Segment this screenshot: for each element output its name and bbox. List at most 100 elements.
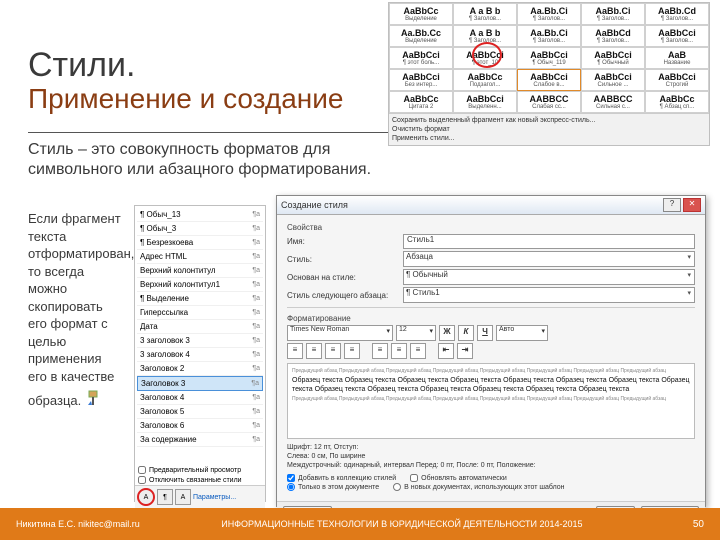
gallery-style-cell[interactable]: AaBbCcВыделение [389,3,453,25]
gallery-style-cell[interactable]: AABBCCСлабая сс... [517,91,581,113]
bold-button[interactable]: Ж [439,325,455,341]
indent-inc-button[interactable]: ⇥ [457,343,473,359]
gallery-style-cell[interactable]: AaBbCciСлабое в... [517,69,581,91]
dialog-options: Добавить в коллекцию стилей Обновлять ав… [287,474,695,491]
gallery-style-cell[interactable]: AaBbCciСтрогий [645,69,709,91]
auto-update-checkbox[interactable]: Обновлять автоматически [410,474,507,482]
new-docs-radio[interactable]: В новых документах, использующих этот ша… [393,483,564,491]
style-list-item[interactable]: Дата¶a [137,320,263,334]
styles-list: ¶ Обыч_13¶a¶ Обыч_3¶a¶ Безрезкоева¶aАдре… [135,206,265,465]
title-sub: Применение и создание [28,84,343,113]
new-style-button[interactable]: A [137,488,155,506]
align-left-button[interactable]: ≡ [287,343,303,359]
gallery-style-cell[interactable]: AaBb.Ci¶ Заголов... [581,3,645,25]
align-right-button[interactable]: ≡ [325,343,341,359]
gallery-style-cell[interactable]: A a B b¶ Заголов... [453,3,517,25]
section-properties: Свойства [287,223,695,232]
gallery-style-cell[interactable]: AaBbCc¶ Абзац сп... [645,91,709,113]
gallery-style-cell[interactable]: Aa.Bb.CcВыделение [389,25,453,47]
style-list-item[interactable]: ¶ Безрезкоева¶a [137,236,263,250]
gallery-style-cell[interactable]: AaBbCciБез интер... [389,69,453,91]
gallery-footer: Сохранить выделенный фрагмент как новый … [389,113,709,145]
spacing-3-button[interactable]: ≡ [410,343,426,359]
indent-dec-button[interactable]: ⇤ [438,343,454,359]
style-list-item[interactable]: Гиперссылка¶a [137,306,263,320]
pane-actions: A ¶ A Параметры... [135,485,265,508]
style-list-item[interactable]: Заголовок 5¶a [137,405,263,419]
font-select[interactable]: Times New Roman [287,325,393,341]
align-center-button[interactable]: ≡ [306,343,322,359]
styles-pane: ¶ Обыч_13¶a¶ Обыч_3¶a¶ Безрезкоева¶aАдре… [134,205,266,502]
dialog-body: Свойства Имя:Стиль1 Стиль:Абзаца Основан… [277,215,705,501]
style-list-item[interactable]: 3 заголовок 3¶a [137,334,263,348]
slide: Стили. Применение и создание Стиль – это… [0,0,720,540]
gallery-save-style[interactable]: Сохранить выделенный фрагмент как новый … [392,117,706,124]
definition-text: Стиль – это совокупность форматов для си… [28,140,398,180]
type-select[interactable]: Абзаца [403,251,695,267]
close-button[interactable]: ✕ [683,198,701,212]
spacing-2-button[interactable]: ≡ [391,343,407,359]
preview-prev: Предыдущий абзац Предыдущий абзац Предыд… [292,368,690,374]
gallery-style-cell[interactable]: AaBbCciВыделенн... [453,91,517,113]
gallery-style-cell[interactable]: AaBbCci¶ Обыч_119 [517,47,581,69]
para-toolbar: ≡ ≡ ≡ ≡ ≡ ≡ ≡ ⇤ ⇥ [287,343,695,359]
style-list-item[interactable]: Заголовок 2¶a [137,362,263,376]
label-name: Имя: [287,237,397,246]
gallery-style-cell[interactable]: AaBbCciСильное ... [581,69,645,91]
gallery-style-cell[interactable]: Aa.Bb.Ci¶ Заголов... [517,3,581,25]
style-inspector-button[interactable]: ¶ [157,489,173,505]
gallery-style-cell[interactable]: AaBbCcЦитата 2 [389,91,453,113]
footer-course: ИНФОРМАЦИОННЫЕ ТЕХНОЛОГИИ В ЮРИДИЧЕСКОЙ … [140,519,664,529]
style-list-item[interactable]: 3 заголовок 4¶a [137,348,263,362]
color-select[interactable]: Авто [496,325,548,341]
disable-linked-checkbox[interactable]: Отключить связанные стили [135,475,265,485]
preview-box: Предыдущий абзац Предыдущий абзац Предыд… [287,363,695,439]
preview-checkbox[interactable]: Предварительный просмотр [135,465,265,475]
style-list-item[interactable]: Верхний колонтитул1¶a [137,278,263,292]
gallery-style-cell[interactable]: AaBbCcПодзагол... [453,69,517,91]
gallery-style-cell[interactable]: A a B b¶ Заголов... [453,25,517,47]
title-rule [28,132,388,133]
size-select[interactable]: 12 [396,325,436,341]
format-toolbar: Times New Roman 12 Ж К Ч Авто [287,325,695,341]
style-list-item[interactable]: Заголовок 3¶a [137,376,263,391]
gallery-style-cell[interactable]: AaBbCci¶ этот_10 [453,47,517,69]
gallery-style-cell[interactable]: AABBCCСильная с... [581,91,645,113]
italic-button[interactable]: К [458,325,474,341]
style-list-item[interactable]: Заголовок 6¶a [137,419,263,433]
options-link[interactable]: Параметры... [193,494,236,501]
style-list-item[interactable]: ¶ Обыч_13¶a [137,208,263,222]
based-on-select[interactable]: ¶ Обычный [403,269,695,285]
label-based: Основан на стиле: [287,273,397,282]
add-to-collection-checkbox[interactable]: Добавить в коллекцию стилей [287,474,396,482]
name-field[interactable]: Стиль1 [403,234,695,249]
style-list-item[interactable]: Верхний колонтитул¶a [137,264,263,278]
gallery-style-cell[interactable]: AaBb.Cd¶ Заголов... [645,3,709,25]
underline-button[interactable]: Ч [477,325,493,341]
gallery-style-cell[interactable]: AaBbCd¶ Заголов... [581,25,645,47]
footer-author: Никитина Е.С. nikitec@mail.ru [16,519,140,529]
only-this-doc-radio[interactable]: Только в этом документе [287,483,379,491]
help-button[interactable]: ? [663,198,681,212]
spacing-1-button[interactable]: ≡ [372,343,388,359]
style-list-item[interactable]: ¶ Выделение¶a [137,292,263,306]
gallery-style-cell[interactable]: Aa.Bb.Ci¶ Заголов... [517,25,581,47]
gallery-style-cell[interactable]: AaBbCci¶ Заголов... [645,25,709,47]
style-list-item[interactable]: Адрес HTML¶a [137,250,263,264]
gallery-apply-styles[interactable]: Применить стили... [392,135,706,142]
title-main: Стили. [28,48,343,84]
gallery-style-cell[interactable]: AaBbCci¶ этот боль... [389,47,453,69]
gallery-clear-format[interactable]: Очистить формат [392,126,706,133]
slide-footer: Никитина Е.С. nikitec@mail.ru ИНФОРМАЦИО… [0,508,720,540]
style-list-item[interactable]: За содержание¶a [137,433,263,447]
page-number: 50 [664,519,704,530]
style-list-item[interactable]: Заголовок 4¶a [137,391,263,405]
styles-gallery: AaBbCcВыделениеA a B b¶ Заголов...Aa.Bb.… [388,2,710,146]
align-justify-button[interactable]: ≡ [344,343,360,359]
preview-sample: Образец текста Образец текста Образец те… [292,376,690,394]
next-para-select[interactable]: ¶ Стиль1 [403,287,695,303]
gallery-style-cell[interactable]: AaBНазвание [645,47,709,69]
manage-styles-button[interactable]: A [175,489,191,505]
style-list-item[interactable]: ¶ Обыч_3¶a [137,222,263,236]
gallery-style-cell[interactable]: AaBbCci¶ Обычный [581,47,645,69]
